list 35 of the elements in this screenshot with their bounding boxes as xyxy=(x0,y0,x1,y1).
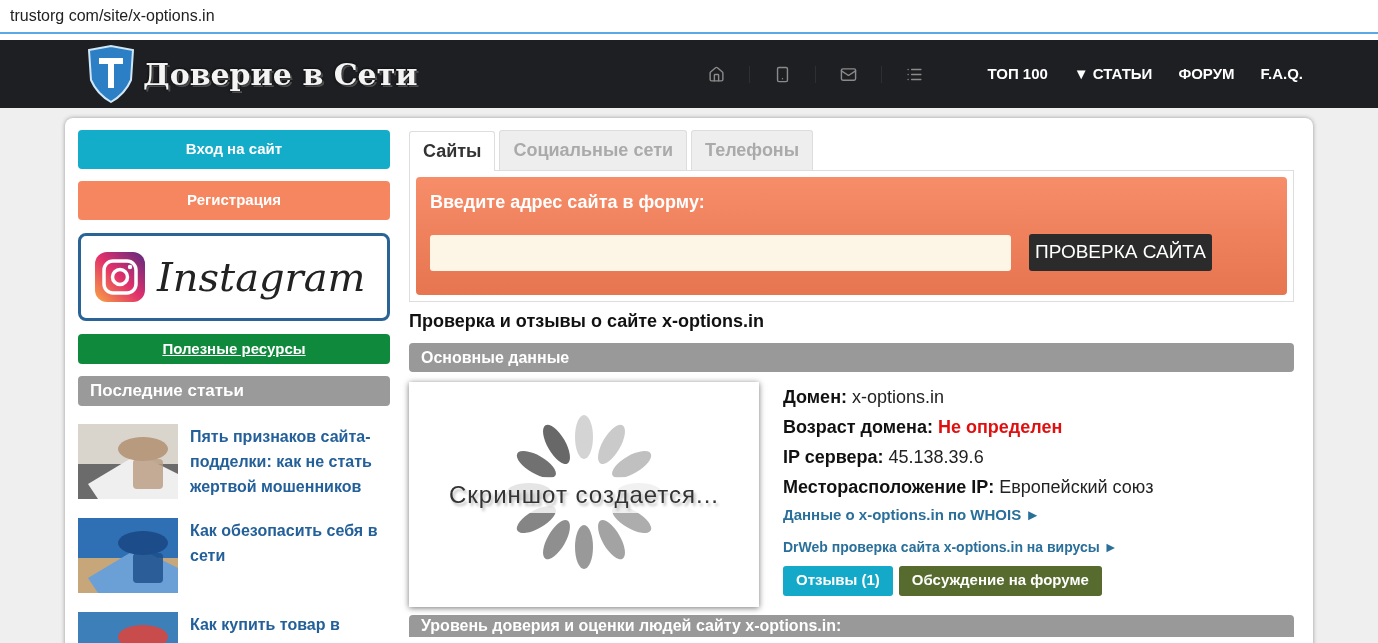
article-link[interactable]: Как обезопасить себя в сети xyxy=(190,518,390,593)
page-title: Проверка и отзывы о сайте x-options.in xyxy=(409,310,766,333)
site-logo-text[interactable]: Доверие в Сети xyxy=(143,51,418,97)
nav-link[interactable]: ▼ СТАТЬИ xyxy=(1073,62,1153,86)
info-link[interactable]: DrWeb проверка сайта x-options.in на вирусы ► xyxy=(783,536,1154,558)
mail-icon[interactable] xyxy=(840,65,858,83)
forum-button[interactable]: Обсуждение на форуме xyxy=(898,565,1102,596)
nav-link[interactable]: ФОРУМ xyxy=(1178,62,1235,86)
info-label: IP сервера: xyxy=(783,445,884,469)
url-input[interactable] xyxy=(430,234,1011,271)
section-heading: Уровень доверия и оценки людей сайту x-options.in: xyxy=(409,615,1294,637)
info-link[interactable]: Данные о x-options.in по WHOIS ► xyxy=(783,504,1154,527)
form-title: Введите адрес сайта в форму: xyxy=(430,191,706,214)
info-label: Домен: xyxy=(783,385,847,409)
info-label: Месторасположение IP: xyxy=(783,475,995,499)
url-field[interactable]: trustorg com/site/x-options.in xyxy=(10,4,215,28)
section-heading: Последние статьи xyxy=(78,376,390,406)
instagram-wordmark: Instagram xyxy=(157,253,366,302)
camera-icon xyxy=(95,252,145,302)
tab[interactable]: Сайты xyxy=(409,131,496,171)
info-value: Не определен xyxy=(937,415,1063,439)
nav-link[interactable]: ТОП 100 xyxy=(987,62,1048,86)
article-link[interactable]: Пять признаков сайта-подделки: как не стать жертвой мошенников xyxy=(190,424,390,499)
info-label: Возраст домена: xyxy=(783,415,933,439)
resources-link[interactable]: Полезные ресурсы xyxy=(78,334,390,364)
shield-logo-icon xyxy=(85,44,137,104)
info-value: x-options.in xyxy=(852,385,945,409)
info-value: 45.138.39.6 xyxy=(888,445,984,469)
nav-link[interactable]: F.A.Q. xyxy=(1260,62,1303,86)
instagram-banner[interactable]: Instagram xyxy=(78,233,390,321)
info-value: Европейский союз xyxy=(999,475,1154,499)
article-link[interactable]: Как купить товар в xyxy=(190,612,340,643)
check-site-button[interactable]: ПРОВЕРКА САЙТА xyxy=(1029,234,1212,271)
section-heading: Основные данные xyxy=(409,343,1294,372)
home-icon[interactable] xyxy=(708,65,726,83)
